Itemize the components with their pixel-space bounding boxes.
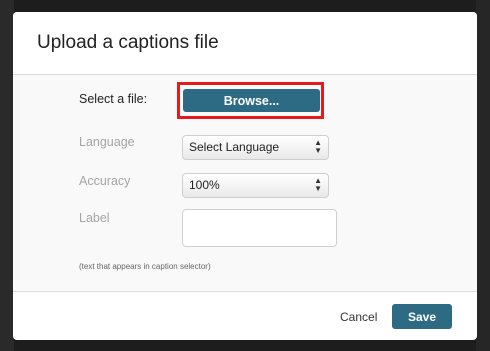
dialog-title: Upload a captions file (37, 32, 219, 53)
chevron-updown-icon: ▲ ▼ (314, 176, 322, 193)
browse-button[interactable]: Browse... (183, 89, 320, 112)
background-left (0, 0, 14, 351)
label-hint: (text that appears in caption selector) (79, 262, 211, 271)
label-input[interactable] (182, 209, 337, 247)
chevron-updown-icon: ▲ ▼ (314, 138, 322, 155)
save-button[interactable]: Save (392, 304, 452, 329)
background-right (476, 0, 490, 351)
language-label: Language (79, 135, 135, 149)
upload-captions-dialog: Upload a captions file Select a file: Br… (13, 12, 477, 340)
accuracy-label: Accuracy (79, 174, 131, 188)
label-label: Label (79, 211, 110, 225)
language-select-value: Select Language (189, 140, 280, 154)
accuracy-select[interactable]: 100% ▲ ▼ (182, 173, 329, 198)
cancel-button[interactable]: Cancel (340, 310, 377, 324)
footer-divider (13, 291, 477, 292)
accuracy-select-value: 100% (189, 178, 220, 192)
select-file-label: Select a file: (79, 92, 148, 106)
dialog-header: Upload a captions file (13, 12, 477, 75)
language-select[interactable]: Select Language ▲ ▼ (182, 135, 329, 160)
